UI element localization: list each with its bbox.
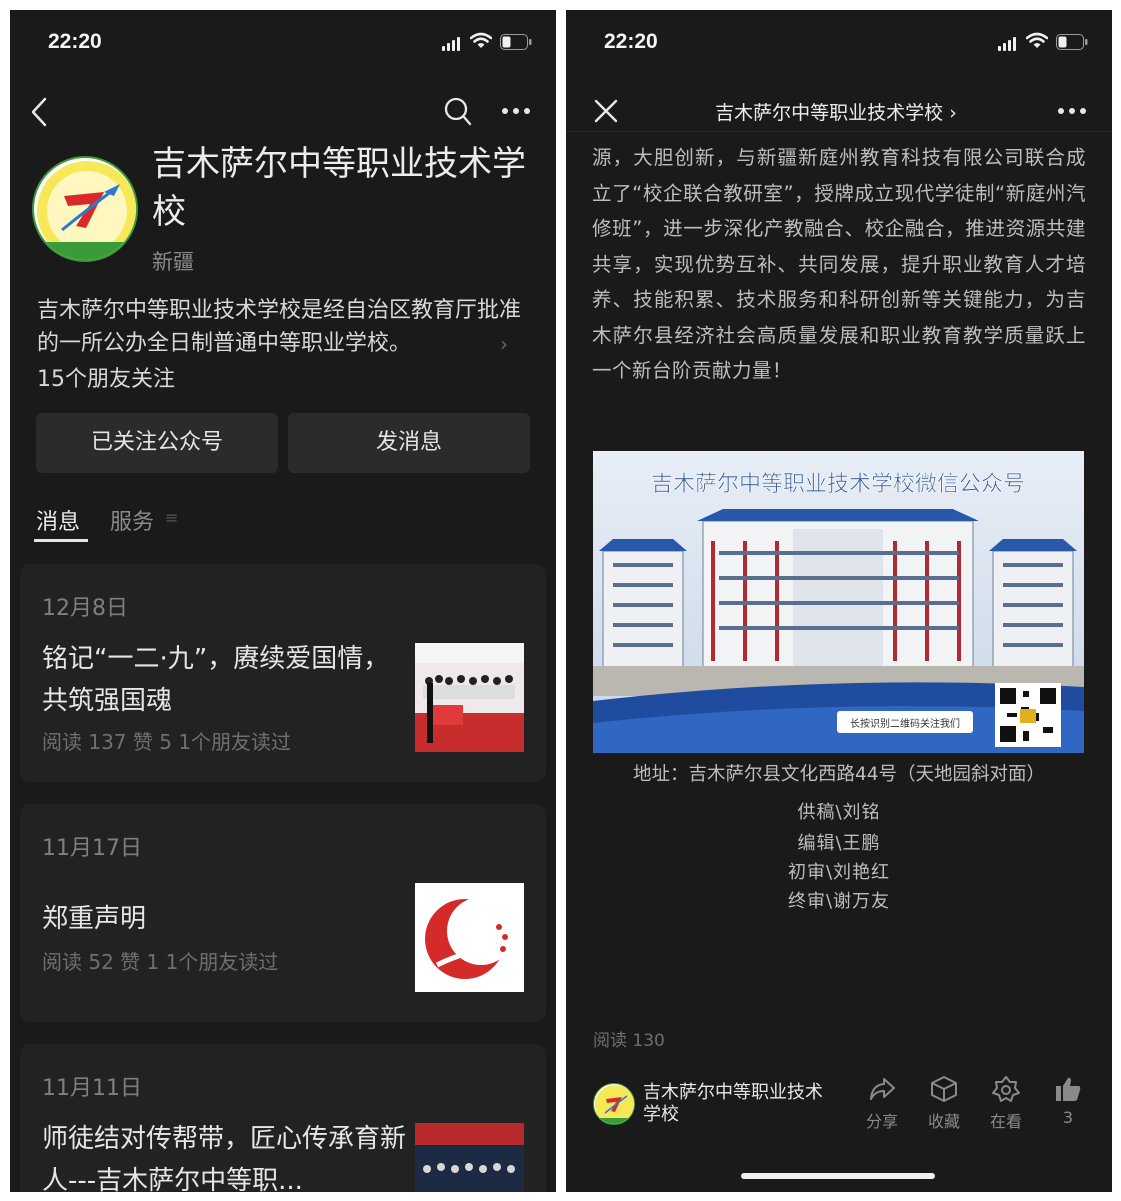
- post-title[interactable]: 郑重声明: [42, 898, 412, 940]
- header-divider: [566, 131, 1112, 132]
- home-indicator[interactable]: [741, 1173, 935, 1179]
- chevron-right-icon[interactable]: ›: [500, 332, 508, 356]
- wifi-icon: [1026, 32, 1048, 48]
- like-count: 3: [1062, 1108, 1074, 1127]
- status-bar: 22:20: [566, 10, 1112, 74]
- wow-label: 在看: [989, 1112, 1022, 1131]
- status-bar: 22:20: [10, 10, 556, 74]
- wow-button[interactable]: 在看: [984, 1076, 1028, 1132]
- post-thumbnail[interactable]: [415, 1123, 524, 1192]
- tab-underline: [34, 539, 88, 542]
- read-count: 阅读 130: [593, 1031, 665, 1051]
- banner-scan-hint: 长按识别二维码关注我们: [850, 717, 960, 730]
- status-time: 22:20: [48, 30, 102, 53]
- post-card[interactable]: 11月11日 师徒结对传帮带，匠心传承育新人---吉木萨尔中等职...: [20, 1044, 546, 1192]
- share-icon: [870, 1078, 895, 1100]
- credit-line: 供稿\刘铭: [797, 802, 881, 823]
- account-description[interactable]: 吉木萨尔中等职业技术学校是经自治区教育厅批准的一所公办全日制普通中等职业学校。: [37, 294, 537, 360]
- article-address: 地址：吉木萨尔县文化西路44号（天地园斜对面）: [632, 764, 1046, 785]
- signal-icon: [442, 37, 462, 51]
- menu-icon[interactable]: ≡: [165, 508, 178, 527]
- footer-account-logo[interactable]: [593, 1083, 635, 1125]
- article-banner-image: 吉木萨尔中等职业技术学校微信公众号 长按识别二维码关注我们: [593, 451, 1084, 753]
- tab-services[interactable]: 服务: [110, 504, 154, 536]
- battery-icon: [500, 34, 532, 50]
- article-header: 吉木萨尔中等职业技术学校 ›: [566, 80, 1112, 142]
- article-body: 源，大胆创新，与新疆新庭州教育科技有限公司联合成立了“校企联合教研室”，授牌成立…: [592, 146, 1086, 382]
- post-stats: 阅读 137 赞 5 1个朋友读过: [42, 730, 292, 754]
- banner-heading: 吉木萨尔中等职业技术学校微信公众号: [651, 472, 1025, 497]
- left-screen: 22:20 吉木萨尔中等职业技术学校 新疆 吉木萨尔中等职业技术学校是经自治区教…: [10, 10, 556, 1192]
- post-stats: 阅读 52 赞 1 1个朋友读过: [42, 950, 279, 974]
- post-title[interactable]: 师徒结对传帮带，匠心传承育新人---吉木萨尔中等职...: [42, 1118, 412, 1192]
- credit-line: 编辑\王鹏: [797, 833, 881, 854]
- followed-button[interactable]: 已关注公众号: [36, 413, 278, 473]
- account-region: 新疆: [152, 250, 194, 274]
- post-card[interactable]: 11月17日 郑重声明 阅读 52 赞 1 1个朋友读过: [20, 804, 546, 1022]
- friends-following[interactable]: 15个朋友关注: [37, 361, 175, 393]
- signal-icon: [998, 37, 1018, 51]
- wifi-icon: [470, 32, 492, 48]
- status-time: 22:20: [604, 30, 658, 53]
- tab-messages[interactable]: 消息: [36, 504, 80, 536]
- like-button[interactable]: 3: [1046, 1076, 1090, 1127]
- account-name: 吉木萨尔中等职业技术学校: [152, 145, 526, 231]
- send-message-button[interactable]: 发消息: [288, 413, 530, 473]
- credit-line: 初审\刘艳红: [787, 862, 891, 883]
- post-card[interactable]: 12月8日 铭记“一二·九”，赓续爱国情，共筑强国魂 阅读 137 赞 5 1个…: [20, 564, 546, 782]
- post-date: 12月8日: [42, 596, 128, 621]
- footer-account-name[interactable]: 吉木萨尔中等职业技术学校: [643, 1082, 823, 1126]
- post-thumbnail[interactable]: [415, 643, 524, 752]
- favorite-icon: [931, 1076, 957, 1102]
- close-icon[interactable]: [594, 99, 618, 123]
- battery-icon: [1056, 34, 1088, 50]
- post-thumbnail[interactable]: [415, 883, 524, 992]
- header-account-title[interactable]: 吉木萨尔中等职业技术学校 ›: [686, 98, 986, 125]
- favorite-label: 收藏: [927, 1112, 960, 1131]
- share-button[interactable]: 分享: [860, 1076, 904, 1132]
- more-icon[interactable]: [1057, 107, 1087, 115]
- favorite-button[interactable]: 收藏: [922, 1076, 966, 1132]
- post-title[interactable]: 铭记“一二·九”，赓续爱国情，共筑强国魂: [42, 638, 412, 722]
- wow-icon: [992, 1076, 1020, 1102]
- like-icon: [1056, 1077, 1081, 1101]
- search-icon[interactable]: [444, 97, 472, 127]
- post-date: 11月11日: [42, 1076, 142, 1101]
- more-icon[interactable]: [501, 107, 531, 115]
- post-date: 11月17日: [42, 836, 142, 861]
- credit-line: 终审\谢万友: [787, 891, 891, 912]
- right-screen: 22:20 吉木萨尔中等职业技术学校 › 源，大胆创新，与新疆新庭州教育科技有限…: [566, 10, 1112, 1192]
- back-icon[interactable]: [30, 97, 48, 127]
- nav-bar: [10, 80, 556, 142]
- account-logo: [32, 156, 138, 262]
- share-label: 分享: [865, 1112, 898, 1131]
